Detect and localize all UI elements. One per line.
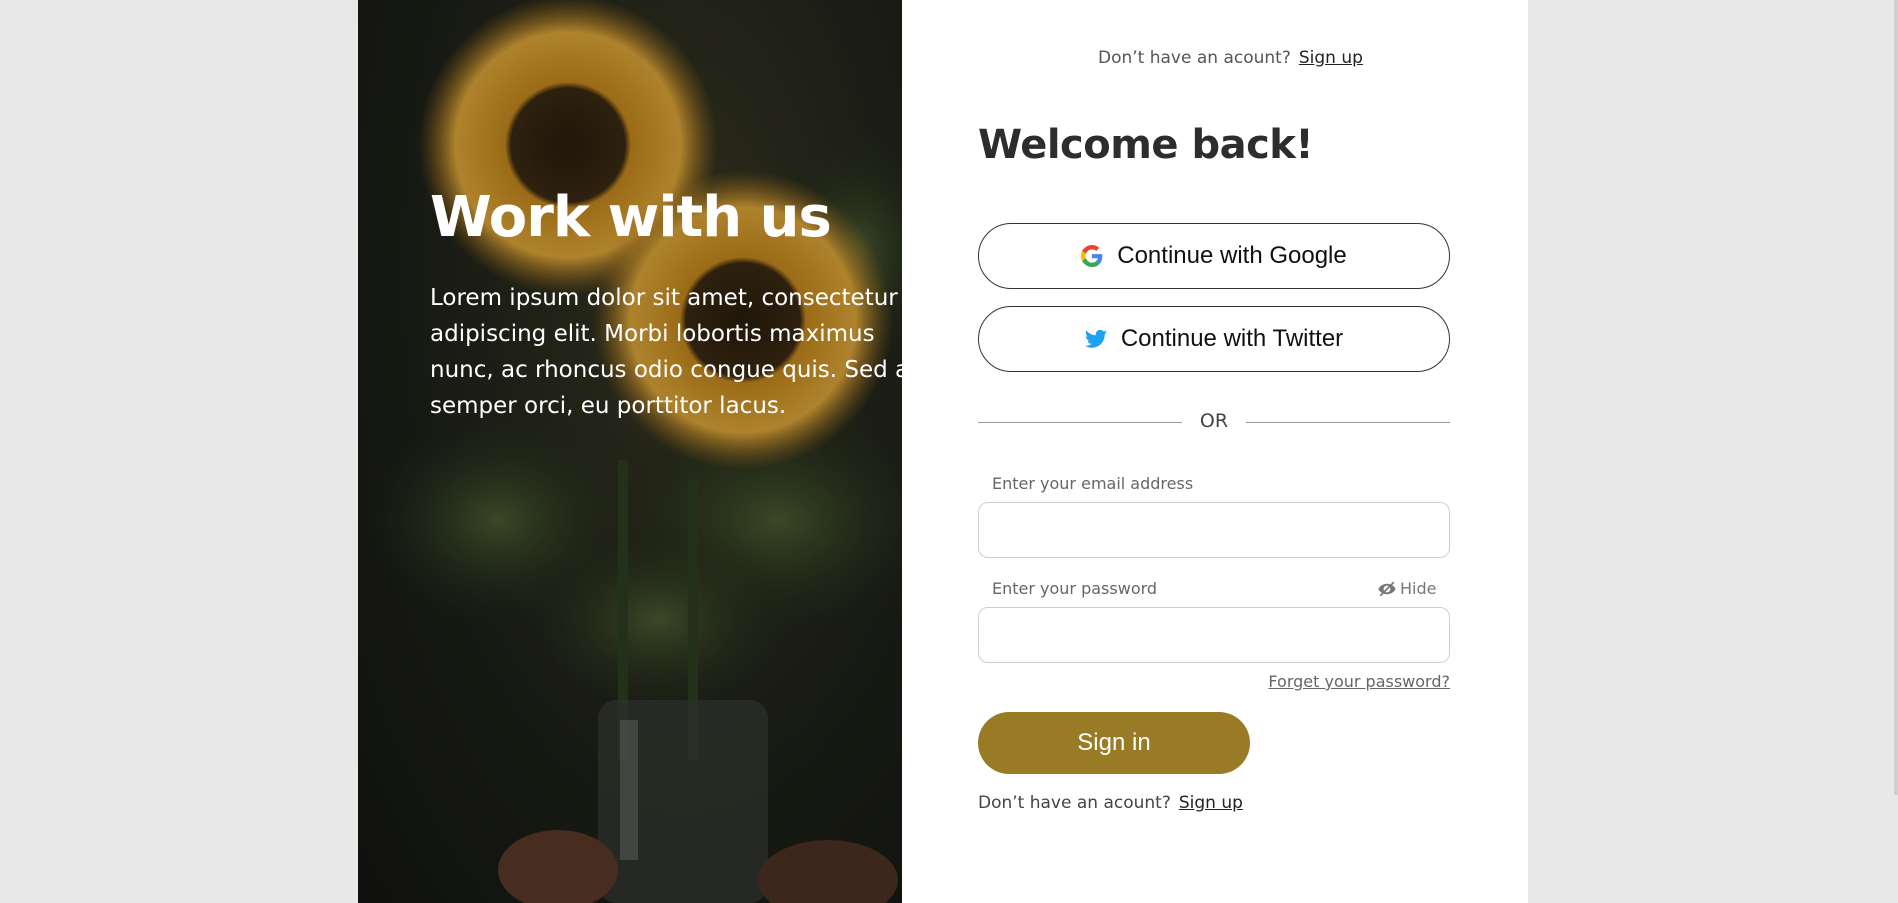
hero-title: Work with us — [430, 185, 832, 250]
google-icon — [1081, 245, 1103, 267]
signup-prompt: Don’t have an acount? — [978, 793, 1171, 813]
twitter-button-label: Continue with Twitter — [1120, 325, 1344, 352]
top-signup-row: Don’t have an acount? Sign up — [1098, 48, 1363, 68]
sunflower-photo — [358, 0, 902, 903]
or-text: OR — [1199, 410, 1229, 432]
divider-line-right — [1246, 422, 1450, 423]
page-title: Welcome back! — [978, 122, 1314, 168]
password-label: Enter your password — [992, 579, 1158, 598]
or-divider: OR — [978, 410, 1450, 436]
hide-label: Hide — [1400, 579, 1437, 598]
signup-link[interactable]: Sign up — [1179, 793, 1243, 813]
page-frame: Work with us Lorem ipsum dolor sit amet,… — [358, 0, 1528, 903]
google-button-label: Continue with Google — [1117, 242, 1347, 269]
forgot-password-link[interactable]: Forget your password? — [1268, 672, 1450, 691]
google-signin-button[interactable]: Continue with Google — [978, 223, 1450, 289]
sign-in-button[interactable]: Sign in — [978, 712, 1250, 774]
email-field[interactable] — [978, 502, 1450, 558]
hide-password-toggle[interactable]: Hide — [1378, 579, 1436, 598]
login-panel: Don’t have an acount? Sign up Welcome bac… — [902, 0, 1528, 903]
eye-slash-icon — [1378, 581, 1396, 596]
twitter-signin-button[interactable]: Continue with Twitter — [978, 306, 1450, 372]
hero-description: Lorem ipsum dolor sit amet, consectetur … — [430, 285, 902, 419]
email-label: Enter your email address — [992, 474, 1194, 493]
signup-prompt: Don’t have an acount? — [1098, 48, 1291, 68]
page-scrollbar[interactable] — [1894, 0, 1898, 795]
bottom-signup-row: Don’t have an acount? Sign up — [978, 793, 1243, 813]
password-field[interactable] — [978, 607, 1450, 663]
signup-link[interactable]: Sign up — [1299, 48, 1363, 68]
twitter-icon — [1084, 329, 1107, 348]
hero-panel: Work with us Lorem ipsum dolor sit amet,… — [358, 0, 902, 903]
